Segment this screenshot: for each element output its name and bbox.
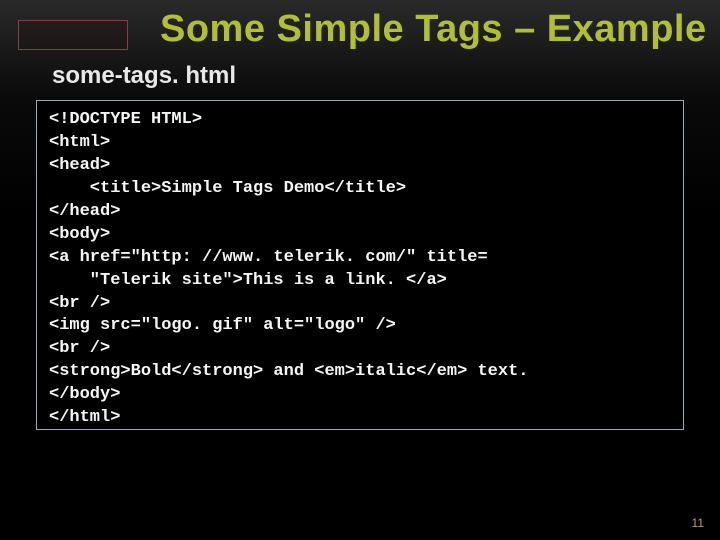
code-block: <!DOCTYPE HTML> <html> <head> <title>Sim… — [36, 100, 684, 430]
slide-title: Some Simple Tags – Example — [160, 8, 707, 51]
filename-label: some-tags. html — [52, 62, 236, 90]
page-number: 11 — [692, 516, 704, 530]
accent-bar — [18, 20, 128, 50]
slide: Some Simple Tags – Example some-tags. ht… — [0, 0, 720, 540]
